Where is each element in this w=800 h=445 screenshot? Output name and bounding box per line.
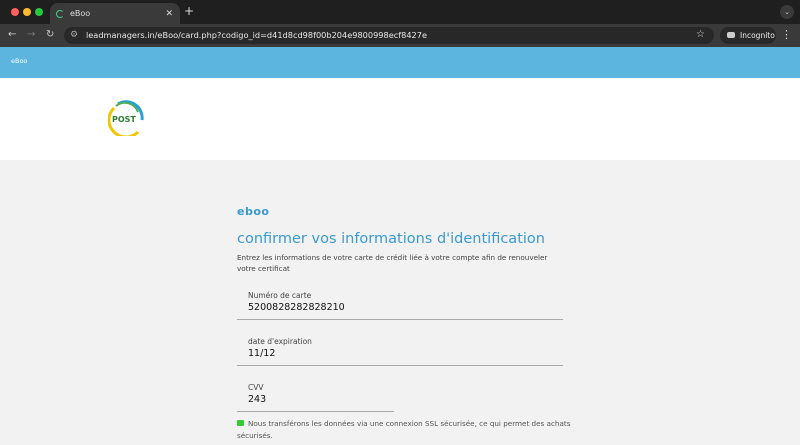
bookmark-star-icon[interactable]: ☆ xyxy=(696,29,705,40)
security-note-text: Nous transférons les données via une con… xyxy=(237,419,571,440)
site-settings-icon[interactable]: ⚙ xyxy=(70,27,78,44)
tab-title: eBoo xyxy=(70,9,91,18)
address-bar-row: ← → ↻ ⚙ leadmanagers.in/eBoo/card.php?cod… xyxy=(0,24,800,47)
lock-icon xyxy=(237,420,244,426)
new-tab-button[interactable]: + xyxy=(184,4,194,18)
incognito-badge[interactable]: Incognito xyxy=(720,27,776,44)
close-window-button[interactable] xyxy=(11,8,19,16)
expiration-field[interactable]: date d'expiration 11/12 xyxy=(237,337,563,366)
cvv-input[interactable]: 243 xyxy=(248,394,394,405)
minimize-window-button[interactable] xyxy=(23,8,31,16)
eboo-brand-logo: eboo xyxy=(237,205,270,218)
card-number-input[interactable]: 5200828282828210 xyxy=(248,302,563,313)
forward-icon[interactable]: → xyxy=(27,29,35,40)
card-number-field[interactable]: Numéro de carte 5200828282828210 xyxy=(237,291,563,320)
cvv-field[interactable]: CVV 243 xyxy=(237,383,394,412)
tab-search-chevron-icon[interactable]: ⌄ xyxy=(780,5,794,19)
post-logo: POST xyxy=(108,100,144,136)
cvv-label: CVV xyxy=(248,383,264,392)
svg-text:POST: POST xyxy=(112,115,136,124)
url-text: leadmanagers.in/eBoo/card.php?codigo_id=… xyxy=(86,30,427,40)
maximize-window-button[interactable] xyxy=(35,8,43,16)
page-description: Entrez les informations de votre carte d… xyxy=(237,253,548,273)
expiration-label: date d'expiration xyxy=(248,337,312,346)
back-icon[interactable]: ← xyxy=(8,29,16,40)
menu-icon[interactable]: ⋮ xyxy=(781,28,792,41)
browser-tab[interactable]: eBoo ✕ xyxy=(50,3,180,24)
site-label[interactable]: eBoo xyxy=(11,57,27,65)
page-title: confirmer vos informations d'identificat… xyxy=(237,231,545,247)
reload-icon[interactable]: ↻ xyxy=(46,29,54,40)
security-note: Nous transférons les données via une con… xyxy=(237,418,577,442)
url-input[interactable]: ⚙ leadmanagers.in/eBoo/card.php?codigo_id… xyxy=(64,27,714,44)
favicon-icon xyxy=(56,9,64,18)
site-header-bar: eBoo xyxy=(0,47,800,78)
logo-section: POST xyxy=(0,78,800,160)
tab-bar: eBoo ✕ + ⌄ xyxy=(0,0,800,24)
card-form: eboo confirmer vos informations d'identi… xyxy=(237,205,570,442)
expiration-input[interactable]: 11/12 xyxy=(248,348,563,359)
close-tab-icon[interactable]: ✕ xyxy=(165,9,173,19)
card-number-label: Numéro de carte xyxy=(248,291,312,300)
